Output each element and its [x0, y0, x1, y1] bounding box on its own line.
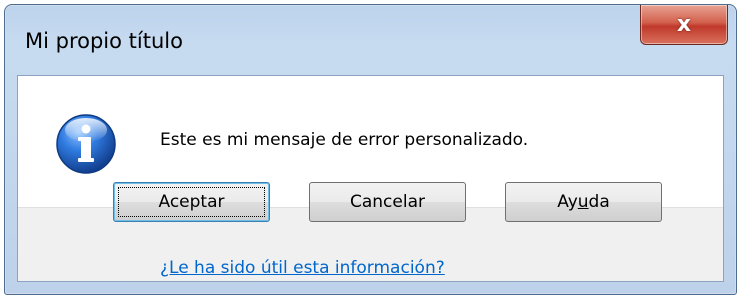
close-icon: x	[676, 11, 692, 37]
information-icon	[56, 114, 116, 174]
cancel-button-label: Cancelar	[350, 192, 425, 212]
help-button-label: Ayuda	[557, 192, 610, 212]
feedback-link[interactable]: ¿Le ha sido útil esta información?	[160, 258, 445, 278]
window-title: Mi propio título	[25, 29, 183, 53]
title-bar[interactable]: Mi propio título x	[5, 5, 736, 77]
close-button[interactable]: x	[640, 5, 728, 45]
dialog-content: Este es mi mensaje de error personalizad…	[17, 75, 724, 282]
accept-button[interactable]: Aceptar	[113, 182, 270, 222]
dialog-message: Este es mi mensaje de error personalizad…	[160, 130, 529, 150]
dialog-window: Mi propio título x Este es mi mensaje de…	[4, 4, 737, 295]
focus-ring	[118, 187, 265, 217]
help-accelerator-key: u	[577, 192, 589, 212]
cancel-button[interactable]: Cancelar	[309, 182, 466, 222]
help-button[interactable]: Ayuda	[505, 182, 662, 222]
